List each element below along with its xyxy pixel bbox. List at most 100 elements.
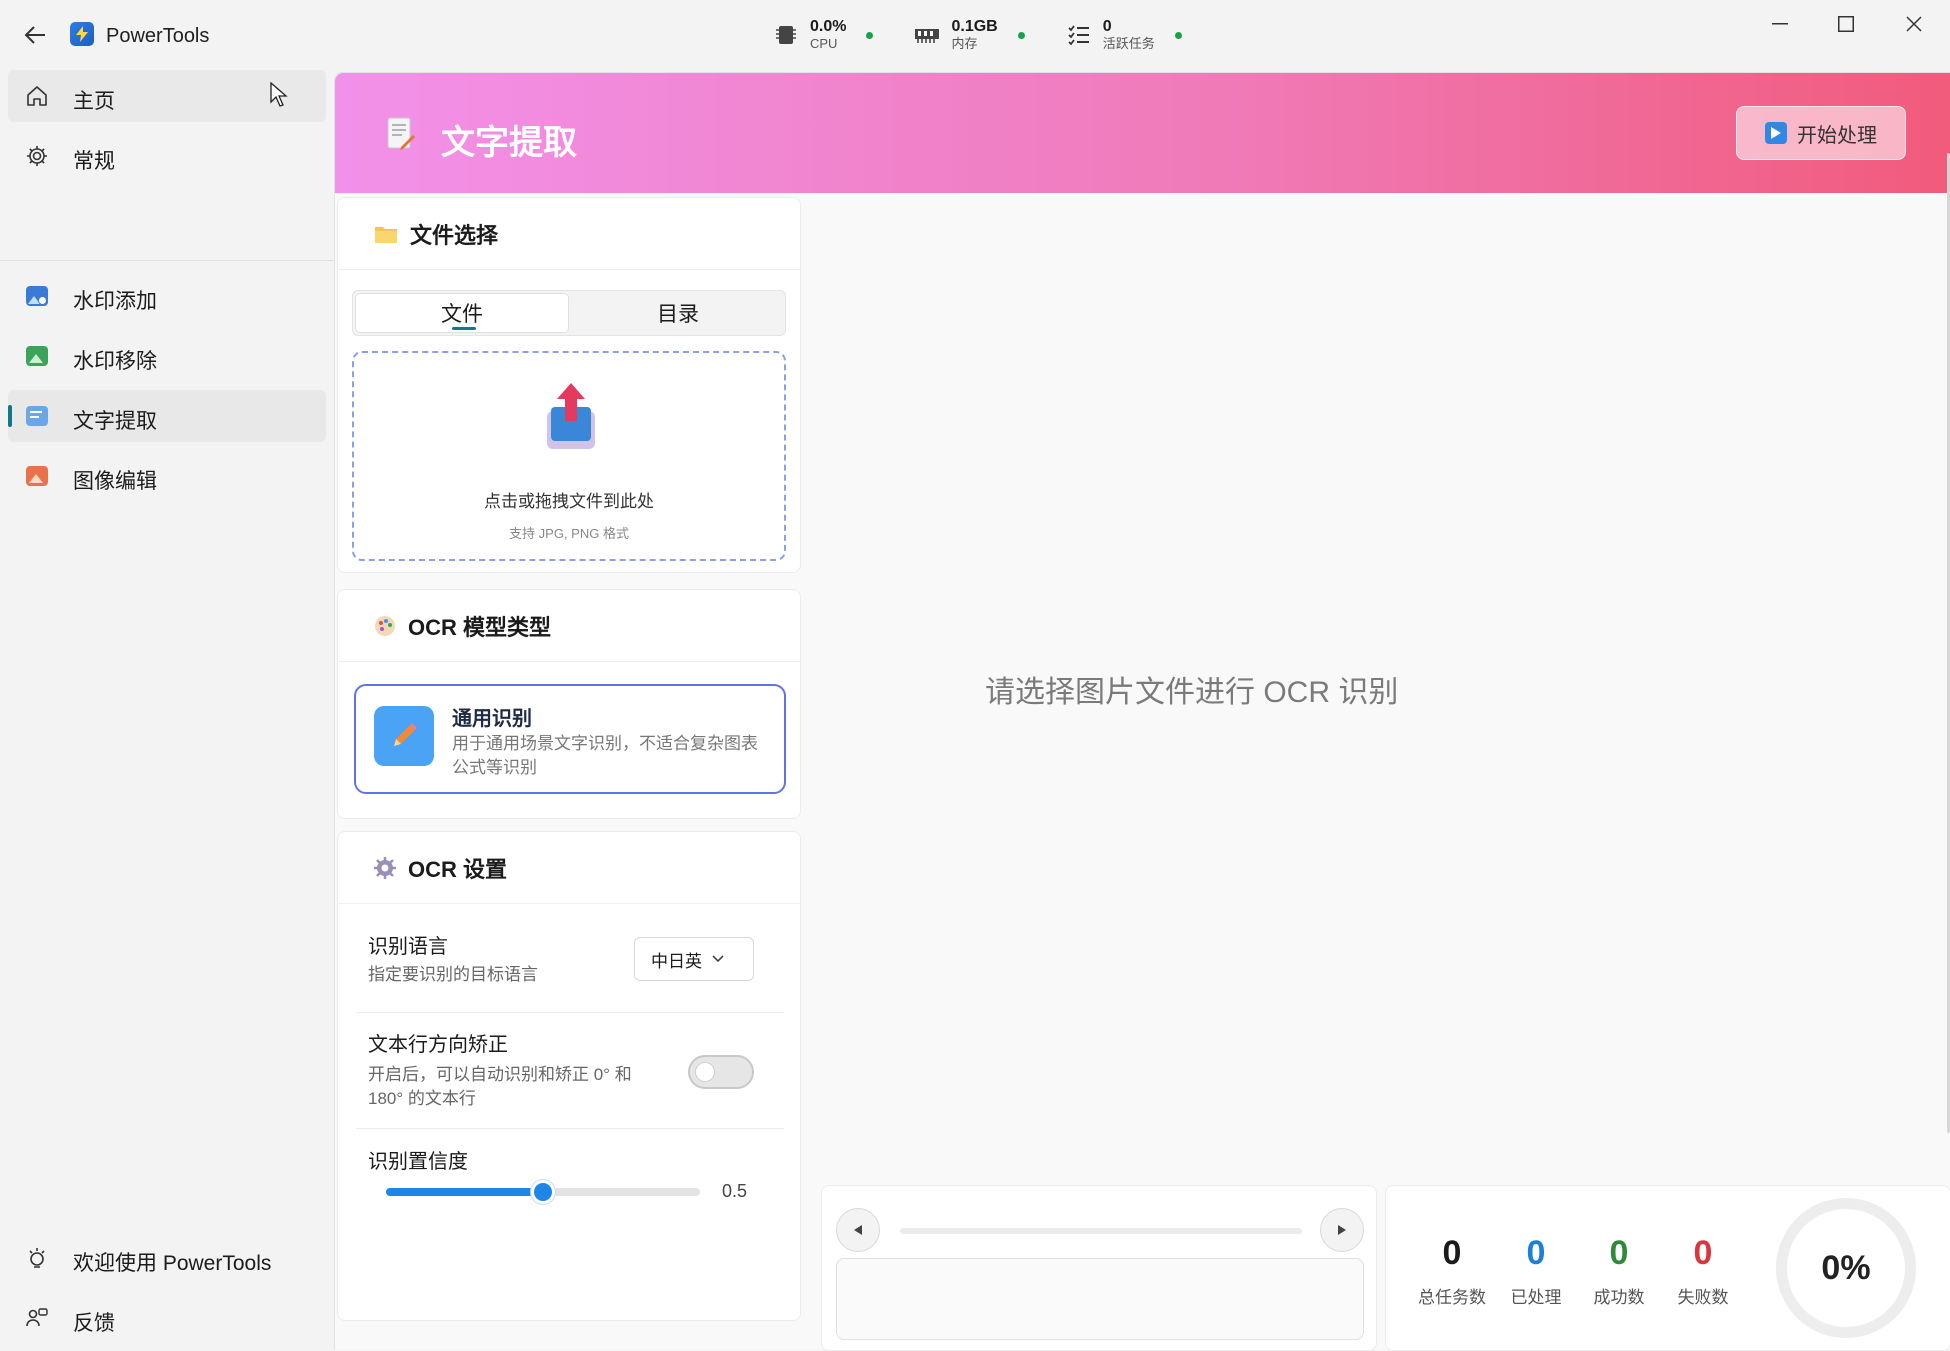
drop-zone-hint: 支持 JPG, PNG 格式 xyxy=(509,526,629,541)
settings-divider xyxy=(356,1012,784,1013)
pencil-icon xyxy=(374,706,434,766)
start-processing-label: 开始处理 xyxy=(1797,124,1877,147)
checklist-icon xyxy=(1065,21,1093,49)
processed-label: 已处理 xyxy=(1510,1288,1562,1307)
gear-icon xyxy=(374,856,396,879)
page-title: 文字提取 xyxy=(441,124,577,162)
main-content: 文字提取 开始处理 文件选择 文件 目录 点击或拖拽文件到此处 支持 JPG, … xyxy=(334,72,1950,1351)
orientation-setting-desc: 开启后，可以自动识别和矫正 0° 和 180° 的文本行 xyxy=(368,1065,632,1108)
orientation-setting-title: 文本行方向矫正 xyxy=(368,1034,508,1056)
settings-divider xyxy=(356,1128,784,1129)
ocr-model-header: OCR 模型类型 xyxy=(338,590,800,662)
start-processing-button[interactable]: 开始处理 xyxy=(1736,106,1906,160)
failed-label: 失败数 xyxy=(1677,1288,1729,1307)
upload-inbox-icon xyxy=(547,383,595,449)
cpu-value: 0.0% xyxy=(810,18,847,35)
tab-file[interactable]: 文件 xyxy=(355,293,569,333)
next-button[interactable] xyxy=(1320,1208,1364,1252)
model-option-desc: 用于通用场景文字识别，不适合复杂图表公式等识别 xyxy=(452,734,758,777)
success-counter: 0 成功数 xyxy=(1579,1234,1659,1308)
confidence-setting-title: 识别置信度 xyxy=(368,1151,468,1173)
drop-zone-text: 点击或拖拽文件到此处 xyxy=(484,492,654,511)
file-drop-zone[interactable]: 点击或拖拽文件到此处 支持 JPG, PNG 格式 xyxy=(352,351,786,561)
watermark-add-icon xyxy=(24,283,50,309)
file-mode-segmented: 文件 目录 xyxy=(352,290,786,336)
failed-value: 0 xyxy=(1693,1234,1713,1272)
maximize-button[interactable] xyxy=(1818,6,1874,42)
memory-label: 内存 xyxy=(951,36,978,51)
tasks-status-dot xyxy=(1174,31,1182,39)
cpu-status-dot xyxy=(866,31,874,39)
sidebar-item-watermark-add[interactable]: 水印添加 xyxy=(8,270,326,322)
sidebar-item-label: 反馈 xyxy=(73,1312,115,1335)
tasks-stat: 0 活跃任务 xyxy=(1065,18,1182,52)
sidebar-item-label: 水印添加 xyxy=(73,290,157,313)
play-icon xyxy=(1765,122,1787,144)
ocr-model-card: OCR 模型类型 通用识别 用于通用场景文字识别，不适合复杂图表公式等识别 xyxy=(337,589,801,819)
confidence-setting: 识别置信度 xyxy=(368,1145,778,1174)
cpu-label: CPU xyxy=(810,36,838,51)
feedback-icon xyxy=(24,1305,50,1331)
ocr-settings-header: OCR 设置 xyxy=(338,832,800,904)
confidence-slider-fill xyxy=(386,1188,543,1196)
navigation-panel xyxy=(821,1185,1377,1351)
confidence-slider-thumb[interactable] xyxy=(531,1180,555,1204)
tasks-value: 0 xyxy=(1102,18,1112,35)
sidebar-item-label: 主页 xyxy=(73,90,115,113)
sidebar-item-watermark-remove[interactable]: 水印移除 xyxy=(8,330,326,382)
processed-value: 0 xyxy=(1526,1234,1546,1272)
sidebar-item-text-extract[interactable]: 文字提取 xyxy=(8,390,326,442)
close-button[interactable] xyxy=(1886,6,1942,42)
result-text-box[interactable] xyxy=(836,1258,1364,1340)
model-option-title: 通用识别 xyxy=(452,708,532,730)
chevron-down-icon xyxy=(712,955,724,963)
language-select[interactable]: 中日英 xyxy=(634,937,754,981)
image-scrubber[interactable] xyxy=(900,1228,1302,1234)
total-tasks-counter: 0 总任务数 xyxy=(1412,1234,1492,1308)
memory-stat: 0.1GB 内存 xyxy=(913,18,1025,52)
file-select-title: 文件选择 xyxy=(410,222,499,248)
memory-icon xyxy=(913,21,941,49)
sidebar-item-welcome[interactable]: 欢迎使用 PowerTools xyxy=(8,1232,326,1284)
sidebar-item-home[interactable]: 主页 xyxy=(8,70,326,122)
sidebar-item-label: 常规 xyxy=(73,150,115,173)
close-icon xyxy=(1906,16,1922,32)
ocr-settings-card: OCR 设置 识别语言 指定要识别的目标语言 中日英 文本行方向矫正 开启后，可… xyxy=(337,831,801,1321)
toggle-knob xyxy=(695,1062,715,1082)
document-edit-icon xyxy=(387,117,415,150)
sidebar-item-image-edit[interactable]: 图像编辑 xyxy=(8,450,326,502)
preview-placeholder: 请选择图片文件进行 OCR 识别 xyxy=(985,676,1399,709)
processed-counter: 0 已处理 xyxy=(1496,1234,1576,1308)
ocr-model-title: OCR 模型类型 xyxy=(408,614,552,640)
language-select-value: 中日英 xyxy=(651,951,702,971)
orientation-toggle[interactable] xyxy=(688,1055,754,1089)
image-edit-icon xyxy=(24,463,50,489)
app-logo-icon xyxy=(70,22,94,46)
text-extract-icon xyxy=(24,403,50,429)
model-option-general[interactable]: 通用识别 用于通用场景文字识别，不适合复杂图表公式等识别 xyxy=(354,684,786,794)
home-icon xyxy=(24,83,50,109)
memory-status-dot xyxy=(1017,31,1025,39)
tab-directory[interactable]: 目录 xyxy=(571,293,785,333)
page-banner: 文字提取 开始处理 xyxy=(335,73,1950,193)
triangle-left-icon xyxy=(854,1225,862,1235)
previous-button[interactable] xyxy=(836,1208,880,1252)
minimize-button[interactable] xyxy=(1752,6,1808,42)
palette-icon xyxy=(375,615,395,636)
progress-ring: 0% xyxy=(1776,1198,1916,1338)
success-value: 0 xyxy=(1609,1234,1629,1272)
progress-percent: 0% xyxy=(1821,1248,1871,1287)
back-button[interactable] xyxy=(18,18,52,52)
triangle-right-icon xyxy=(1338,1225,1346,1235)
confidence-slider[interactable] xyxy=(386,1180,700,1204)
cpu-chip-icon xyxy=(772,21,800,49)
memory-value: 0.1GB xyxy=(951,18,998,35)
sidebar-item-feedback[interactable]: 反馈 xyxy=(8,1292,326,1344)
maximize-icon xyxy=(1838,16,1854,32)
sidebar: 主页 常规 水印添加 水印移除 文字提取 图像编辑 欢迎使用 PowerTool… xyxy=(0,70,334,1350)
failed-counter: 0 失败数 xyxy=(1663,1234,1743,1308)
app-title: PowerTools xyxy=(106,25,210,47)
cpu-stat: 0.0% CPU xyxy=(772,18,874,52)
sidebar-item-general[interactable]: 常规 xyxy=(8,130,326,182)
sidebar-item-label: 水印移除 xyxy=(73,350,157,373)
